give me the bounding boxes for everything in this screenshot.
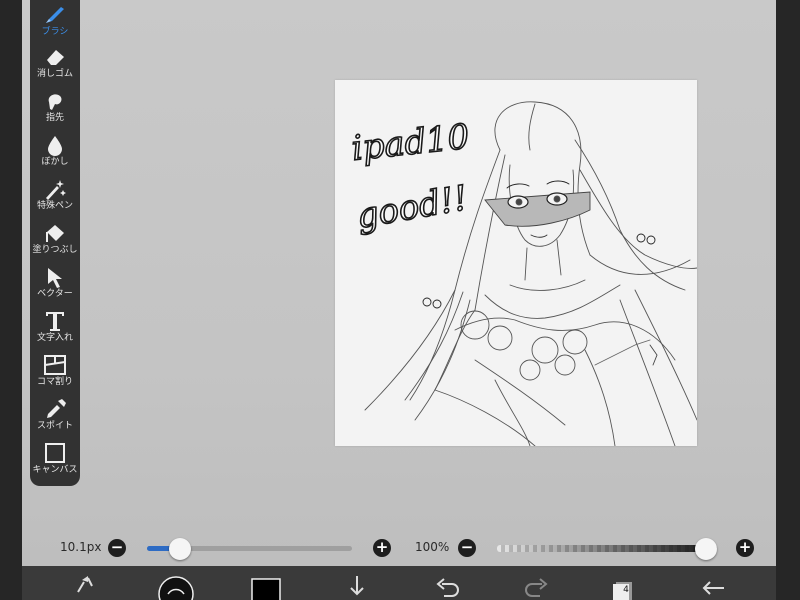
frame-divide-icon [43,354,67,376]
back-icon[interactable] [698,572,728,600]
layers-count: 4 [623,585,629,595]
sketch-artwork: ipad10 good!! [349,101,697,446]
special-pen-icon [43,178,67,200]
finger-icon [43,90,67,112]
handwriting-line2: good!! [354,178,471,237]
tool-vector[interactable]: ベクター [30,262,80,306]
undo-icon[interactable] [432,572,462,600]
opacity-value: 100% [415,540,450,554]
tool-brush[interactable]: ブラシ [30,0,80,44]
color-swatch-icon[interactable] [251,578,281,600]
redo-icon[interactable] [522,572,552,600]
tool-vector-label: ベクター [37,289,73,299]
bottom-toolbar: 4 [22,566,776,600]
transform-icon[interactable] [70,572,100,600]
eraser-icon [43,46,67,68]
tool-eraser[interactable]: 消しゴム [30,42,80,86]
eyedropper-icon [43,398,67,420]
brush-icon [43,4,67,26]
tool-blur[interactable]: ぼかし [30,130,80,174]
tool-frame-divide-label: コマ割り [36,377,73,387]
opacity-slider-handle[interactable] [695,538,717,560]
tool-finger[interactable]: 指先 [30,86,80,130]
tool-brush-label: ブラシ [41,27,69,37]
blur-drop-icon [43,134,67,156]
tool-eraser-label: 消しゴム [36,69,73,79]
tool-fill-label: 塗りつぶし [32,245,78,255]
tool-text[interactable]: 文字入れ [30,306,80,350]
opacity-increase-button[interactable]: + [736,539,754,557]
tool-blur-label: ぼかし [41,157,69,167]
drawing-canvas[interactable]: ipad10 good!! [335,80,697,446]
opacity-slider[interactable] [497,538,717,560]
tool-finger-label: 指先 [45,113,64,123]
canvas-icon [43,442,67,464]
opacity-decrease-button[interactable]: − [458,539,476,557]
download-icon[interactable] [342,572,372,600]
slider-bar: 10.1px − + 100% − + [22,530,776,566]
tool-eyedropper-label: スポイト [36,421,73,431]
app-screen: ブラシ 消しゴム 指先 ぼかし 特殊ペン 塗りつぶし ベクター 文字入れ コマ割… [22,0,776,600]
vector-arrow-icon [43,266,67,288]
brush-size-value: 10.1px [60,540,102,554]
tool-special-pen[interactable]: 特殊ペン [30,174,80,218]
brush-preview-icon[interactable] [158,576,194,600]
layers-icon[interactable]: 4 [612,582,634,600]
brush-size-increase-button[interactable]: + [373,539,391,557]
tool-palette: ブラシ 消しゴム 指先 ぼかし 特殊ペン 塗りつぶし ベクター 文字入れ コマ割… [30,0,80,486]
text-icon [43,310,67,332]
tool-frame-divide[interactable]: コマ割り [30,350,80,394]
tool-text-label: 文字入れ [36,333,73,343]
tool-canvas[interactable]: キャンバス [30,438,80,482]
tool-eyedropper[interactable]: スポイト [30,394,80,438]
tool-fill[interactable]: 塗りつぶし [30,218,80,262]
tool-canvas-label: キャンバス [32,465,78,475]
fill-bucket-icon [43,222,67,244]
tool-special-pen-label: 特殊ペン [36,201,73,211]
brush-size-slider-handle[interactable] [168,538,191,560]
handwriting-line1: ipad10 [350,117,471,169]
brush-size-slider[interactable] [147,538,352,560]
brush-size-decrease-button[interactable]: − [108,539,126,557]
